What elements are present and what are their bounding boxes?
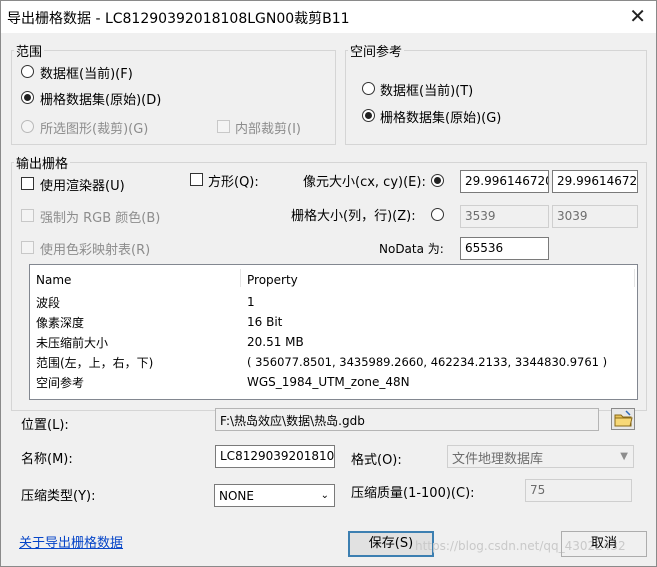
- extent-data-frame-radio[interactable]: [21, 65, 34, 78]
- prop-value: 20.51 MB: [247, 335, 304, 349]
- sr-data-frame-radio[interactable]: [362, 82, 375, 95]
- use-renderer-label: 使用渲染器(U): [40, 179, 125, 194]
- extent-selected-graphics-radio[interactable]: [21, 120, 34, 133]
- open-folder-button[interactable]: [611, 408, 635, 430]
- cell-size-label: 像元大小(cx, cy)(E):: [303, 175, 426, 190]
- cancel-button[interactable]: 取消: [561, 531, 647, 557]
- prop-value: WGS_1984_UTM_zone_48N: [247, 375, 410, 389]
- compression-type-label: 压缩类型(Y):: [21, 489, 96, 504]
- extent-data-frame-label: 数据框(当前)(F): [40, 67, 133, 82]
- inner-clip-label: 内部裁剪(I): [235, 122, 301, 137]
- raster-size-label: 栅格大小(列，行)(Z):: [291, 209, 416, 224]
- properties-list[interactable]: Name Property 波段 1 像素深度 16 Bit 未压缩前大小 20…: [29, 264, 638, 400]
- chevron-down-icon: ▼: [620, 451, 628, 462]
- prop-name: 空间参考: [36, 376, 85, 390]
- format-label: 格式(O):: [351, 453, 402, 468]
- prop-value: ( 356077.8501, 3435989.2660, 462234.2133…: [247, 355, 608, 369]
- sr-raster-dataset-label: 栅格数据集(原始)(G): [380, 111, 502, 126]
- compression-type-value: NONE: [219, 489, 254, 503]
- format-select[interactable]: 文件地理数据库 ▼: [447, 445, 634, 468]
- spatial-reference-legend: 空间参考: [350, 45, 403, 60]
- compression-quality-label: 压缩质量(1-100)(C):: [351, 486, 475, 501]
- location-input[interactable]: F:\热岛效应\数据\热岛.gdb: [215, 408, 599, 431]
- nodata-label: NoData 为:: [379, 242, 444, 256]
- force-rgb-label: 强制为 RGB 颜色(B): [40, 211, 161, 226]
- extent-legend: 范围: [16, 45, 43, 60]
- prop-name: 像素深度: [36, 316, 85, 330]
- sr-data-frame-label: 数据框(当前)(T): [380, 84, 474, 99]
- window-title: 导出栅格数据 - LC81290392018108LGN00裁剪B11: [7, 11, 350, 27]
- square-label: 方形(Q):: [208, 175, 259, 190]
- name-label: 名称(M):: [21, 452, 73, 467]
- prop-name: 范围(左，上，右，下): [36, 356, 154, 370]
- col-header-name[interactable]: Name: [36, 273, 71, 287]
- format-value: 文件地理数据库: [452, 452, 544, 467]
- prop-value: 16 Bit: [247, 315, 283, 329]
- square-checkbox[interactable]: [190, 173, 203, 186]
- prop-value: 1: [247, 295, 255, 309]
- location-label: 位置(L):: [21, 418, 69, 433]
- name-input[interactable]: LC81290392018108LGN00: [215, 445, 335, 468]
- force-rgb-checkbox[interactable]: [21, 209, 34, 222]
- nodata-input[interactable]: 65536: [460, 237, 549, 260]
- rows-input[interactable]: 3039: [552, 205, 638, 228]
- export-raster-dialog: 导出栅格数据 - LC81290392018108LGN00裁剪B11 ✕ 范围…: [0, 0, 657, 567]
- compression-quality-input[interactable]: 75: [525, 479, 632, 502]
- extent-raster-dataset-label: 栅格数据集(原始)(D): [40, 93, 162, 108]
- col-header-property[interactable]: Property: [247, 273, 298, 287]
- cols-input[interactable]: 3539: [460, 205, 549, 228]
- extent-raster-dataset-radio[interactable]: [21, 91, 34, 104]
- colormap-checkbox[interactable]: [21, 241, 34, 254]
- chevron-down-icon: ⌄: [320, 490, 329, 501]
- cell-cx-input[interactable]: 29.996146720: [460, 170, 549, 193]
- extent-selected-graphics-label: 所选图形(裁剪)(G): [40, 122, 149, 137]
- column-divider[interactable]: [634, 269, 635, 287]
- title-bar: 导出栅格数据 - LC81290392018108LGN00裁剪B11 ✕: [1, 1, 656, 33]
- column-divider[interactable]: [240, 269, 241, 287]
- colormap-label: 使用色彩映射表(R): [40, 243, 151, 258]
- compression-type-select[interactable]: NONE ⌄: [214, 484, 335, 507]
- close-icon[interactable]: ✕: [629, 4, 646, 28]
- use-renderer-checkbox[interactable]: [21, 177, 34, 190]
- prop-name: 波段: [36, 296, 61, 310]
- about-export-raster-link[interactable]: 关于导出栅格数据: [19, 532, 123, 551]
- cell-size-radio[interactable]: [431, 174, 444, 187]
- folder-icon: [614, 410, 633, 427]
- sr-raster-dataset-radio[interactable]: [362, 109, 375, 122]
- output-raster-legend: 输出栅格: [16, 157, 69, 172]
- prop-name: 未压缩前大小: [36, 336, 109, 350]
- inner-clip-checkbox[interactable]: [217, 120, 230, 133]
- raster-size-radio[interactable]: [431, 208, 444, 221]
- cell-cy-input[interactable]: 29.996146720: [552, 170, 638, 193]
